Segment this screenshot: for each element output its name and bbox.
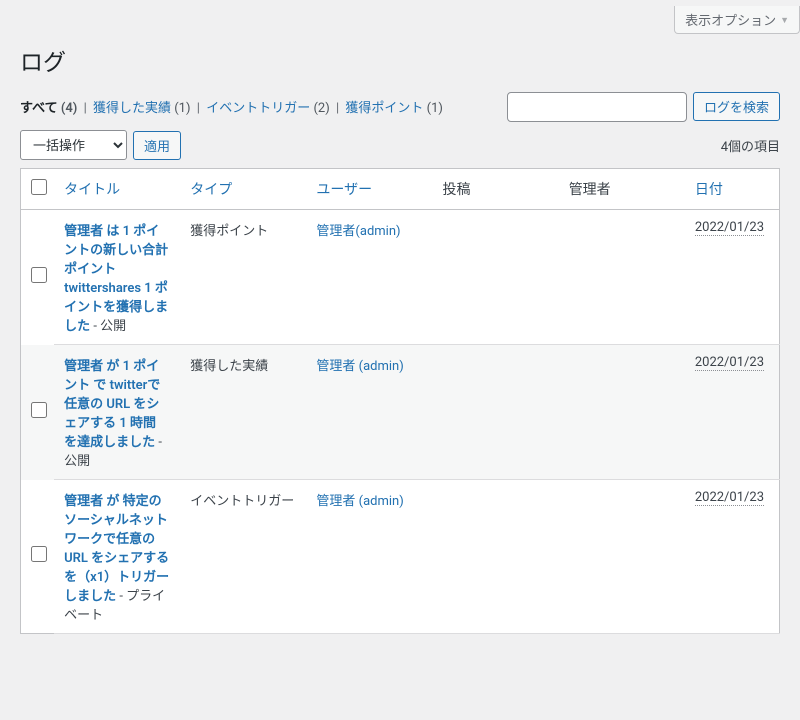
row-checkbox[interactable] xyxy=(31,546,47,562)
row-date: 2022/01/23 xyxy=(695,220,764,236)
row-date: 2022/01/23 xyxy=(695,355,764,371)
log-table: タイトル タイプ ユーザー 投稿 管理者 日付 管理者 は 1 ポイントの新しい… xyxy=(20,168,780,634)
filter-all[interactable]: すべて (4) xyxy=(20,101,81,116)
search-input[interactable] xyxy=(507,92,687,122)
select-all-checkbox[interactable] xyxy=(31,179,47,195)
search-button[interactable]: ログを検索 xyxy=(693,92,780,121)
filter-points[interactable]: 獲得ポイント xyxy=(345,101,426,116)
screen-options-label: 表示オプション xyxy=(685,10,776,29)
row-date: 2022/01/23 xyxy=(695,490,764,506)
row-state: - 公開 xyxy=(90,319,126,334)
row-user-link[interactable]: 管理者(admin) xyxy=(316,224,400,239)
row-user-link[interactable]: 管理者 (admin) xyxy=(316,359,403,374)
col-post[interactable]: 投稿 xyxy=(433,169,559,210)
col-date[interactable]: 日付 xyxy=(695,182,723,198)
row-type: イベントトリガー xyxy=(180,480,306,634)
col-type[interactable]: タイプ xyxy=(190,182,232,198)
row-title-link[interactable]: 管理者 が 特定のソーシャルネットワークで任意の URL をシェアする を（x1… xyxy=(64,494,169,604)
row-type: 獲得した実績 xyxy=(180,345,306,480)
row-type: 獲得ポイント xyxy=(180,210,306,345)
col-user[interactable]: ユーザー xyxy=(316,182,372,198)
table-row: 管理者 は 1 ポイントの新しい合計ポイント twittershares 1 ポ… xyxy=(21,210,780,345)
row-checkbox[interactable] xyxy=(31,402,47,418)
row-post xyxy=(433,345,559,480)
bulk-actions: 一括操作 適用 xyxy=(20,130,181,160)
row-post xyxy=(433,210,559,345)
search-box: ログを検索 xyxy=(507,92,780,122)
row-post xyxy=(433,480,559,634)
row-admin xyxy=(559,210,685,345)
table-row: 管理者 が 1 ポイント で twitterで任意の URL をシェアする 1 … xyxy=(21,345,780,480)
screen-options-button[interactable]: 表示オプション xyxy=(674,6,800,34)
item-count: 4個の項目 xyxy=(721,136,780,155)
page-title: ログ xyxy=(20,34,780,81)
col-title[interactable]: タイトル xyxy=(64,182,120,198)
row-checkbox[interactable] xyxy=(31,267,47,283)
apply-button[interactable]: 適用 xyxy=(133,131,181,160)
row-title-link[interactable]: 管理者 が 1 ポイント で twitterで任意の URL をシェアする 1 … xyxy=(64,359,160,450)
filter-event[interactable]: イベントトリガー xyxy=(206,101,313,116)
filter-links: すべて (4) | 獲得した実績 (1) | イベントトリガー (2) | 獲得… xyxy=(20,89,443,124)
row-title-link[interactable]: 管理者 は 1 ポイントの新しい合計ポイント twittershares 1 ポ… xyxy=(64,224,168,334)
filter-achievement[interactable]: 獲得した実績 xyxy=(93,101,174,116)
row-admin xyxy=(559,345,685,480)
col-admin[interactable]: 管理者 xyxy=(559,169,685,210)
table-row: 管理者 が 特定のソーシャルネットワークで任意の URL をシェアする を（x1… xyxy=(21,480,780,634)
row-user-link[interactable]: 管理者 (admin) xyxy=(316,494,403,509)
bulk-action-select[interactable]: 一括操作 xyxy=(20,130,127,160)
row-admin xyxy=(559,480,685,634)
